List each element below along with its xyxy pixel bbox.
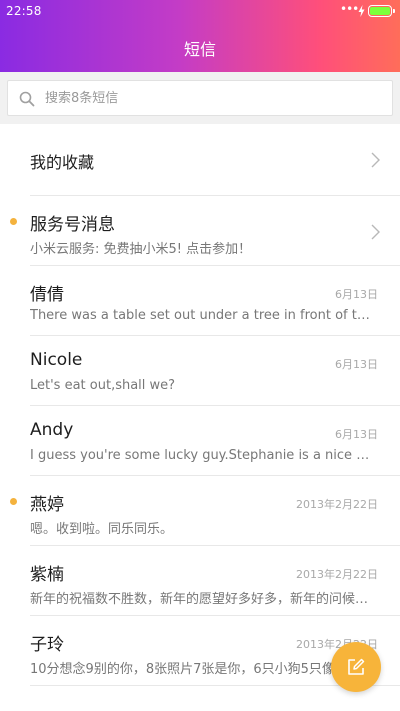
message-list: 我的收藏 服务号消息 小米云服务: 免费抽小米5! 点击参加！ 倩倩 6月13日… [0, 124, 400, 686]
chevron-right-icon [371, 224, 380, 240]
thread-preview: Let's eat out,shall we? [30, 378, 176, 393]
thread-preview: 小米云服务: 免费抽小米5! 点击参加！ [30, 242, 252, 257]
search-input[interactable] [45, 81, 375, 115]
compose-icon [348, 658, 365, 675]
thread-name: 倩倩 [30, 285, 64, 305]
search-area [0, 72, 400, 124]
thread-row[interactable]: Andy 6月13日 I guess you're some lucky guy… [0, 406, 400, 476]
favorites-label: 我的收藏 [30, 153, 95, 172]
thread-name: 燕婷 [30, 495, 64, 515]
thread-row[interactable]: 紫楠 2013年2月22日 新年的祝福数不胜数，新年的愿望好多好多，新年的问候… [0, 546, 400, 616]
thread-row[interactable]: Nicole 6月13日 Let's eat out,shall we? [0, 336, 400, 406]
thread-row[interactable]: 燕婷 2013年2月22日 嗯。收到啦。同乐同乐。 [0, 476, 400, 546]
thread-date: 6月13日 [335, 288, 378, 301]
thread-name: 紫楠 [30, 565, 64, 585]
thread-row[interactable]: 倩倩 6月13日 There was a table set out under… [0, 266, 400, 336]
thread-name: 子玲 [30, 635, 64, 655]
thread-preview: 嗯。收到啦。同乐同乐。 [30, 522, 174, 537]
thread-preview: 新年的祝福数不胜数，新年的愿望好多好多，新年的问候… [30, 592, 369, 607]
unread-dot-icon [10, 218, 17, 225]
signal-dots-icon: ••• [340, 2, 359, 16]
thread-date: 2013年2月22日 [296, 568, 378, 581]
unread-dot-icon [10, 498, 17, 505]
thread-preview: 10分想念9别的你，8张照片7张是你，6只小狗5只像你… [30, 662, 361, 677]
page-title: 短信 [183, 40, 216, 59]
favorites-row[interactable]: 我的收藏 [0, 124, 400, 196]
battery-icon [368, 5, 395, 17]
chevron-right-icon [371, 152, 380, 168]
search-box[interactable] [7, 80, 393, 116]
thread-date: 6月13日 [335, 428, 378, 441]
thread-date: 6月13日 [335, 358, 378, 371]
thread-preview: I guess you're some lucky guy.Stephanie … [30, 448, 375, 463]
charging-icon [358, 5, 365, 17]
thread-name: Andy [30, 420, 74, 440]
status-time: 22:58 [6, 4, 42, 18]
app-header: 22:58 ••• 短信 [0, 0, 400, 72]
thread-name: Nicole [30, 350, 83, 370]
thread-date: 2013年2月22日 [296, 498, 378, 511]
search-icon [19, 91, 35, 107]
thread-preview: There was a table set out under a tree i… [30, 308, 375, 323]
thread-name: 服务号消息 [30, 215, 115, 235]
status-bar: 22:58 ••• [0, 0, 400, 24]
compose-button[interactable] [331, 642, 381, 692]
thread-row-service[interactable]: 服务号消息 小米云服务: 免费抽小米5! 点击参加！ [0, 196, 400, 266]
battery-level [370, 7, 390, 15]
